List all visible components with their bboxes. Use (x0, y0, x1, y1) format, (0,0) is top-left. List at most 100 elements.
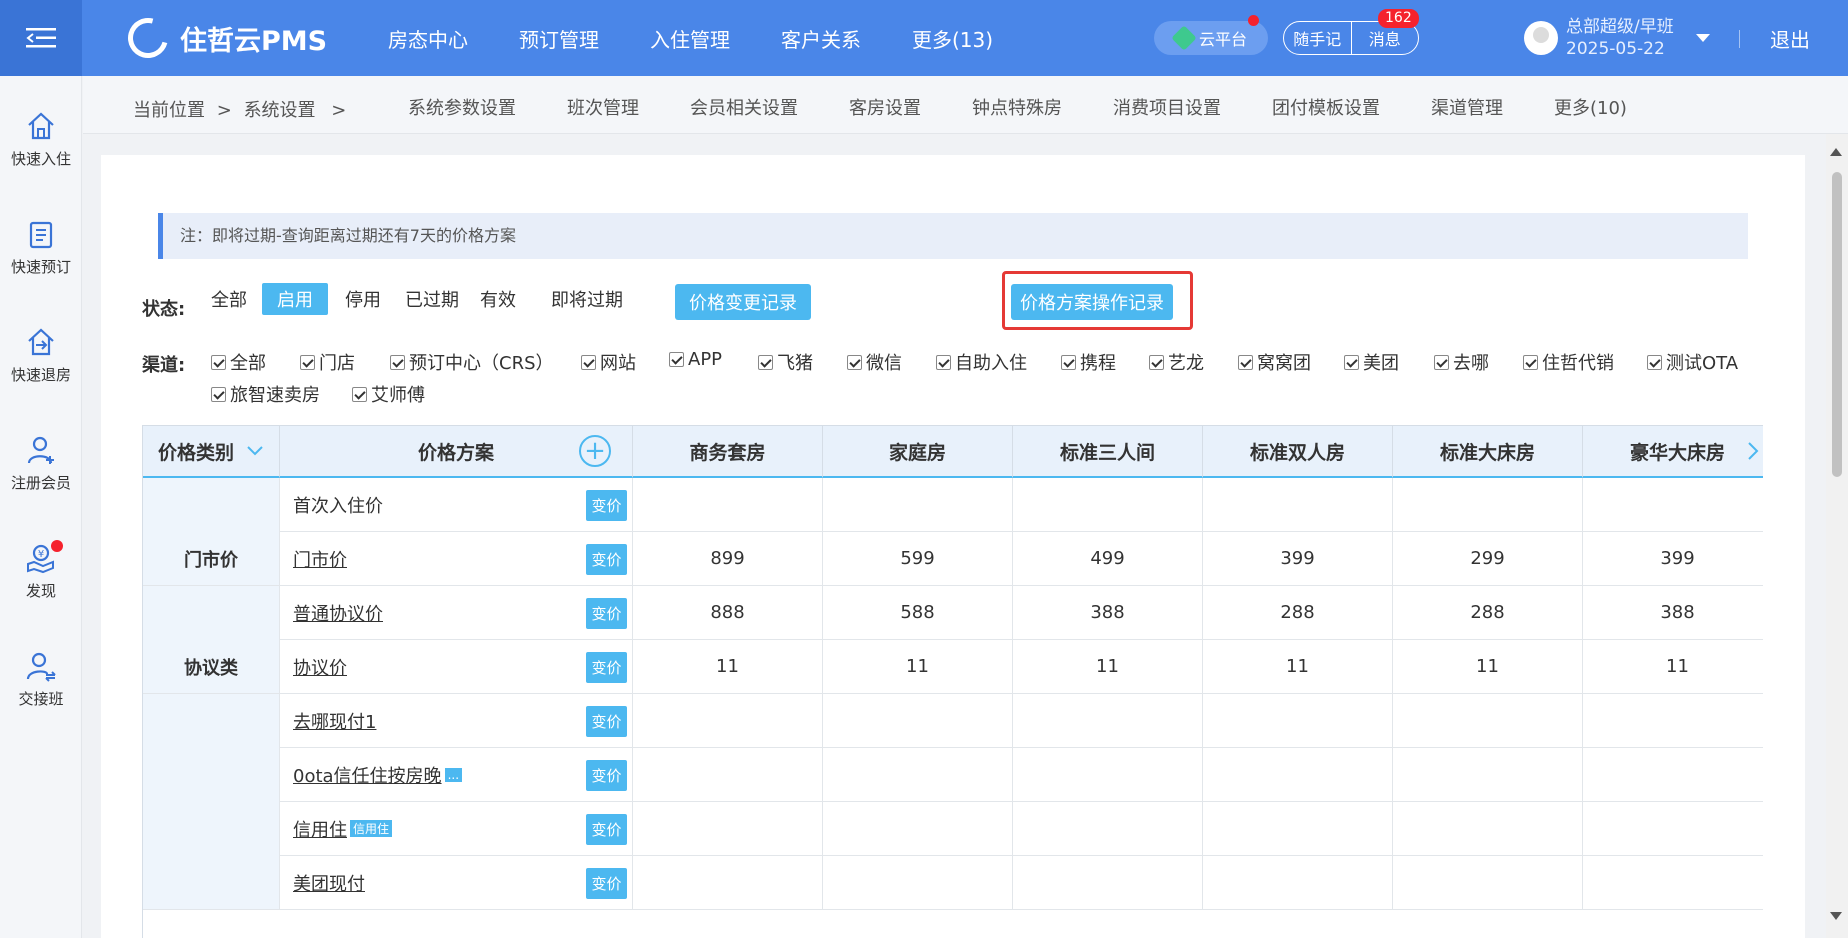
tab-system-params[interactable]: 系统参数设置 (408, 94, 516, 120)
price-change-log-button[interactable]: 价格变更记录 (675, 284, 811, 320)
price-cell[interactable]: 299 (1393, 532, 1583, 586)
breadcrumb-section[interactable]: 系统设置 (244, 100, 316, 121)
status-expiring[interactable]: 即将过期 (551, 286, 623, 312)
tab-group-templates[interactable]: 团付模板设置 (1272, 94, 1380, 120)
price-cell[interactable]: 399 (1583, 532, 1763, 586)
price-cell[interactable]: 388 (1583, 586, 1763, 640)
price-cell[interactable] (1203, 694, 1393, 748)
price-cell[interactable] (1203, 748, 1393, 802)
price-cell[interactable]: 288 (1203, 586, 1393, 640)
channel-testota-checkbox[interactable]: 测试OTA (1647, 349, 1738, 375)
price-cell[interactable] (1013, 856, 1203, 910)
channel-lvzhi-checkbox[interactable]: 旅智速卖房 (211, 381, 320, 407)
price-cell[interactable] (1583, 856, 1763, 910)
sidebar-item-quick-booking[interactable]: 快速预订 (0, 218, 82, 277)
scroll-right-button[interactable] (1733, 426, 1763, 478)
tab-room-settings[interactable]: 客房设置 (849, 94, 921, 120)
change-price-button[interactable]: 变价 (586, 868, 627, 899)
price-cell[interactable] (1013, 748, 1203, 802)
cloud-platform-button[interactable]: 云平台 (1154, 21, 1268, 55)
price-cell[interactable] (823, 856, 1013, 910)
price-cell[interactable] (1203, 802, 1393, 856)
price-cell[interactable] (1393, 802, 1583, 856)
price-cell[interactable] (1393, 856, 1583, 910)
price-cell[interactable]: 288 (1393, 586, 1583, 640)
price-cell[interactable]: 499 (1013, 532, 1203, 586)
channel-zhuzhe-checkbox[interactable]: 住哲代销 (1523, 349, 1614, 375)
add-plan-button[interactable]: + (579, 435, 611, 467)
change-price-button[interactable]: 变价 (586, 598, 627, 629)
channel-elong-checkbox[interactable]: 艺龙 (1149, 349, 1204, 375)
price-cell[interactable] (1013, 478, 1203, 532)
tab-shift-management[interactable]: 班次管理 (567, 94, 639, 120)
plan-name-link[interactable]: 0ota信任住按房晚 (293, 762, 442, 788)
change-price-button[interactable]: 变价 (586, 544, 627, 575)
change-price-button[interactable]: 变价 (586, 490, 627, 521)
plan-name-link[interactable]: 信用住 (293, 816, 347, 842)
status-valid[interactable]: 有效 (480, 286, 516, 312)
price-cell[interactable] (1203, 478, 1393, 532)
status-all[interactable]: 全部 (211, 286, 247, 312)
price-cell[interactable] (1583, 802, 1763, 856)
price-cell[interactable] (823, 478, 1013, 532)
scroll-down-icon[interactable] (1830, 912, 1842, 920)
nav-checkin[interactable]: 入住管理 (650, 24, 730, 53)
price-cell[interactable]: 899 (633, 532, 823, 586)
price-cell[interactable] (1393, 694, 1583, 748)
price-cell[interactable]: 888 (633, 586, 823, 640)
tab-member-settings[interactable]: 会员相关设置 (690, 94, 798, 120)
price-cell[interactable]: 599 (823, 532, 1013, 586)
channel-selfcheckin-checkbox[interactable]: 自助入住 (936, 349, 1027, 375)
price-cell[interactable] (1393, 478, 1583, 532)
sidebar-item-handover[interactable]: 交接班 (0, 650, 82, 709)
plan-name-link[interactable]: 门市价 (293, 546, 347, 572)
price-cell[interactable] (1203, 856, 1393, 910)
price-cell[interactable]: 588 (823, 586, 1013, 640)
price-cell[interactable] (823, 802, 1013, 856)
price-cell[interactable] (1583, 748, 1763, 802)
price-cell[interactable]: 11 (823, 640, 1013, 694)
nav-booking[interactable]: 预订管理 (519, 24, 599, 53)
status-disabled[interactable]: 停用 (345, 286, 381, 312)
price-cell[interactable]: 388 (1013, 586, 1203, 640)
channel-qunar-checkbox[interactable]: 去哪 (1434, 349, 1489, 375)
price-cell[interactable] (633, 748, 823, 802)
price-cell[interactable] (1393, 748, 1583, 802)
channel-fliggy-checkbox[interactable]: 飞猪 (758, 349, 813, 375)
price-cell[interactable]: 11 (1583, 640, 1763, 694)
change-price-button[interactable]: 变价 (586, 652, 627, 683)
price-cell[interactable] (633, 694, 823, 748)
price-cell[interactable] (823, 748, 1013, 802)
change-price-button[interactable]: 变价 (586, 814, 627, 845)
logout-button[interactable]: 退出 (1770, 24, 1810, 53)
price-cell[interactable] (823, 694, 1013, 748)
nav-room-status[interactable]: 房态中心 (388, 24, 468, 53)
status-expired[interactable]: 已过期 (405, 286, 459, 312)
price-cell[interactable]: 11 (633, 640, 823, 694)
sidebar-item-discover[interactable]: ¥ 发现 (0, 540, 82, 601)
channel-crs-checkbox[interactable]: 预订中心（CRS） (390, 349, 554, 375)
price-cell[interactable] (1583, 478, 1763, 532)
change-price-button[interactable]: 变价 (586, 706, 627, 737)
sidebar-item-quick-checkin[interactable]: 快速入住 (0, 110, 82, 169)
channel-wowotuan-checkbox[interactable]: 窝窝团 (1238, 349, 1311, 375)
price-cell[interactable]: 11 (1013, 640, 1203, 694)
price-cell[interactable]: 399 (1203, 532, 1393, 586)
price-cell[interactable]: 11 (1203, 640, 1393, 694)
price-cell[interactable] (633, 478, 823, 532)
nav-more[interactable]: 更多(13) (912, 24, 993, 53)
channel-wechat-checkbox[interactable]: 微信 (847, 349, 902, 375)
tab-channel-management[interactable]: 渠道管理 (1431, 94, 1503, 120)
price-cell[interactable] (1013, 802, 1203, 856)
tab-hourly-rooms[interactable]: 钟点特殊房 (972, 94, 1062, 120)
scroll-up-icon[interactable] (1830, 148, 1842, 156)
plan-name-link[interactable]: 普通协议价 (293, 600, 383, 626)
channel-ctrip-checkbox[interactable]: 携程 (1061, 349, 1116, 375)
status-enabled[interactable]: 启用 (262, 283, 328, 315)
change-price-button[interactable]: 变价 (586, 760, 627, 791)
channel-store-checkbox[interactable]: 门店 (300, 349, 355, 375)
channel-aishifu-checkbox[interactable]: 艾师傅 (352, 381, 425, 407)
channel-website-checkbox[interactable]: 网站 (581, 349, 636, 375)
nav-customer[interactable]: 客户关系 (781, 24, 861, 53)
menu-toggle-button[interactable] (0, 0, 82, 76)
